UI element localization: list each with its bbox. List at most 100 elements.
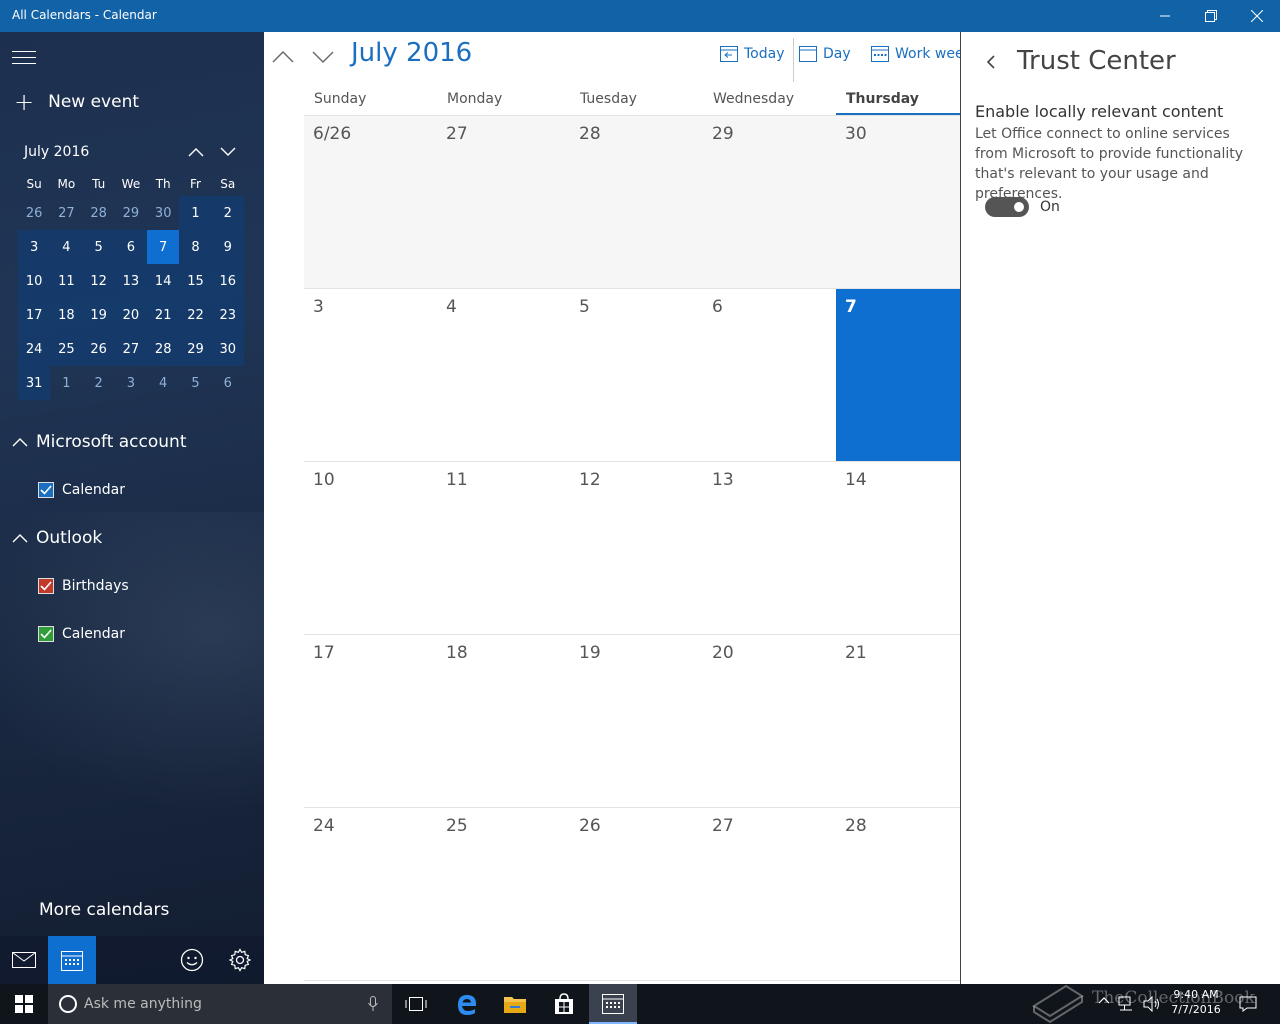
day-cell[interactable]: 27 <box>703 808 836 981</box>
mini-date[interactable]: 4 <box>50 230 83 264</box>
work-week-view-button[interactable]: Work week <box>871 46 960 62</box>
edge-browser-button[interactable] <box>443 984 491 1024</box>
mini-date[interactable]: 6 <box>114 230 148 264</box>
mini-date[interactable]: 21 <box>147 298 180 332</box>
day-cell[interactable]: 17 <box>304 635 437 808</box>
day-cell[interactable]: 27 <box>437 116 570 289</box>
mini-date-selected[interactable]: 7 <box>147 230 180 264</box>
day-cell[interactable]: 6/26 <box>304 116 437 289</box>
new-event-button[interactable]: + New event <box>14 90 139 114</box>
calendar-app-button[interactable] <box>48 936 96 984</box>
minimize-button[interactable] <box>1142 0 1188 32</box>
checkbox-checked-icon[interactable] <box>38 578 54 594</box>
mini-date[interactable]: 27 <box>114 332 148 366</box>
show-hidden-icons-icon[interactable] <box>1098 996 1110 1004</box>
mini-date[interactable]: 15 <box>179 264 212 298</box>
mini-date[interactable]: 5 <box>179 366 211 400</box>
day-cell-today[interactable]: 7 <box>836 289 960 462</box>
mini-date[interactable]: 19 <box>82 298 115 332</box>
day-cell[interactable]: 28 <box>570 116 703 289</box>
mini-date[interactable]: 1 <box>50 366 82 400</box>
file-explorer-button[interactable] <box>491 984 539 1024</box>
day-cell[interactable]: 13 <box>703 462 836 635</box>
mini-date[interactable]: 30 <box>211 332 244 366</box>
mini-date[interactable]: 13 <box>114 264 148 298</box>
day-cell[interactable]: 29 <box>703 116 836 289</box>
system-clock[interactable]: 9:40 AM 7/7/2016 <box>1166 987 1226 1017</box>
mini-calendar-previous-button[interactable] <box>184 140 208 164</box>
day-cell[interactable]: 25 <box>437 808 570 981</box>
day-cell[interactable]: 11 <box>437 462 570 635</box>
mini-date[interactable]: 27 <box>50 196 82 230</box>
next-month-button[interactable] <box>308 42 338 72</box>
day-cell[interactable]: 21 <box>836 635 960 808</box>
mail-button[interactable] <box>0 936 48 984</box>
mini-date[interactable]: 6 <box>212 366 244 400</box>
mini-date[interactable]: 10 <box>18 264 51 298</box>
mini-date[interactable]: 2 <box>211 196 244 230</box>
mini-date[interactable]: 20 <box>114 298 148 332</box>
restore-button[interactable] <box>1188 0 1234 32</box>
volume-icon[interactable] <box>1143 996 1161 1012</box>
day-cell[interactable]: 12 <box>570 462 703 635</box>
cortana-search-box[interactable]: Ask me anything <box>48 984 392 1024</box>
day-cell[interactable]: 30 <box>836 116 960 289</box>
mini-date[interactable]: 26 <box>18 196 50 230</box>
today-button[interactable]: Today <box>720 46 785 62</box>
mini-date[interactable]: 17 <box>18 298 51 332</box>
mini-date[interactable]: 22 <box>179 298 212 332</box>
settings-button[interactable] <box>216 936 264 984</box>
day-cell[interactable]: 28 <box>836 808 960 981</box>
day-cell[interactable]: 10 <box>304 462 437 635</box>
mini-date[interactable]: 31 <box>18 366 51 400</box>
checkbox-checked-icon[interactable] <box>38 626 54 642</box>
mini-date[interactable]: 14 <box>147 264 180 298</box>
mini-calendar-next-button[interactable] <box>216 140 240 164</box>
mini-date[interactable]: 4 <box>147 366 179 400</box>
mini-date[interactable]: 12 <box>82 264 115 298</box>
calendar-item-birthdays[interactable]: Birthdays <box>38 578 129 594</box>
action-center-icon[interactable] <box>1239 996 1257 1012</box>
start-button[interactable] <box>0 984 48 1024</box>
mini-date[interactable]: 30 <box>147 196 179 230</box>
mini-date[interactable]: 16 <box>211 264 244 298</box>
mini-date[interactable]: 29 <box>179 332 212 366</box>
hamburger-menu-icon[interactable] <box>12 46 36 66</box>
day-cell[interactable]: 4 <box>437 289 570 462</box>
mini-date[interactable]: 3 <box>115 366 147 400</box>
calendar-item-outlook-calendar[interactable]: Calendar <box>38 626 125 642</box>
day-cell[interactable]: 20 <box>703 635 836 808</box>
mini-date[interactable]: 9 <box>211 230 244 264</box>
locally-relevant-content-toggle[interactable] <box>985 197 1029 217</box>
group-microsoft-account-toggle[interactable]: Microsoft account <box>12 432 187 452</box>
mini-date[interactable]: 23 <box>211 298 244 332</box>
feedback-button[interactable] <box>168 936 216 984</box>
day-cell[interactable]: 18 <box>437 635 570 808</box>
previous-month-button[interactable] <box>268 42 298 72</box>
day-cell[interactable]: 5 <box>570 289 703 462</box>
task-view-button[interactable] <box>392 984 440 1024</box>
more-calendars-link[interactable]: More calendars <box>39 900 169 920</box>
mini-date[interactable]: 5 <box>82 230 115 264</box>
calendar-item-microsoft-calendar[interactable]: Calendar <box>38 482 125 498</box>
day-cell[interactable]: 26 <box>570 808 703 981</box>
mini-date[interactable]: 25 <box>50 332 83 366</box>
mini-date[interactable]: 18 <box>50 298 83 332</box>
close-button[interactable] <box>1234 0 1280 32</box>
mini-date[interactable]: 26 <box>82 332 115 366</box>
mini-date[interactable]: 1 <box>179 196 212 230</box>
mini-date[interactable]: 28 <box>83 196 115 230</box>
day-cell[interactable]: 6 <box>703 289 836 462</box>
network-icon[interactable] <box>1118 996 1134 1012</box>
day-cell[interactable]: 24 <box>304 808 437 981</box>
day-cell[interactable]: 14 <box>836 462 960 635</box>
mini-date[interactable]: 2 <box>83 366 115 400</box>
mini-date[interactable]: 28 <box>147 332 180 366</box>
mini-date[interactable]: 11 <box>50 264 83 298</box>
calendar-taskbar-button[interactable] <box>589 984 637 1024</box>
day-cell[interactable]: 19 <box>570 635 703 808</box>
back-button[interactable] <box>981 50 1001 74</box>
mini-date[interactable]: 24 <box>18 332 51 366</box>
microphone-icon[interactable] <box>368 996 378 1012</box>
mini-date[interactable]: 8 <box>179 230 212 264</box>
